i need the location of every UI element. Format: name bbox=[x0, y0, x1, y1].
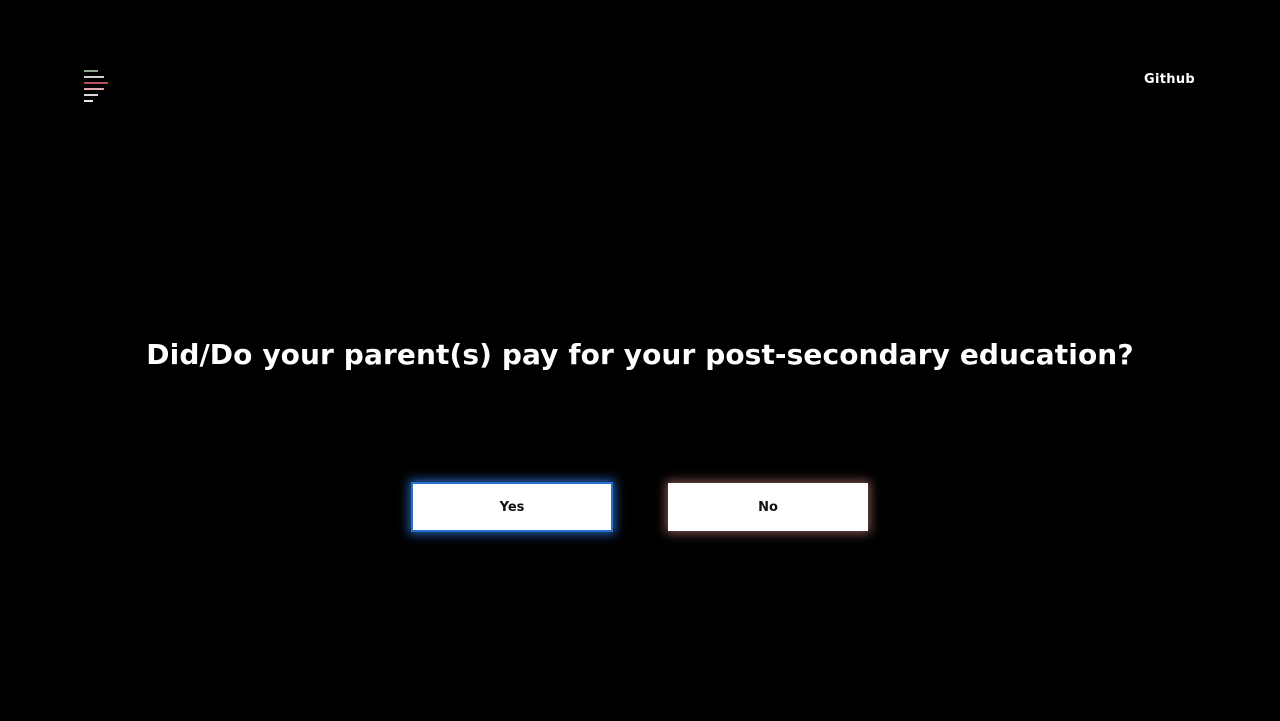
logo-bar bbox=[84, 70, 98, 72]
logo-bar bbox=[84, 94, 98, 96]
logo-bar bbox=[84, 100, 93, 102]
github-link[interactable]: Github bbox=[1144, 72, 1195, 88]
logo-icon[interactable] bbox=[84, 70, 108, 102]
yes-button[interactable]: Yes bbox=[411, 482, 613, 532]
logo-bar bbox=[84, 82, 108, 84]
no-button[interactable]: No bbox=[668, 483, 868, 531]
logo-bar bbox=[84, 88, 104, 90]
logo-bar bbox=[84, 76, 104, 78]
question-heading: Did/Do your parent(s) pay for your post-… bbox=[146, 338, 1134, 371]
